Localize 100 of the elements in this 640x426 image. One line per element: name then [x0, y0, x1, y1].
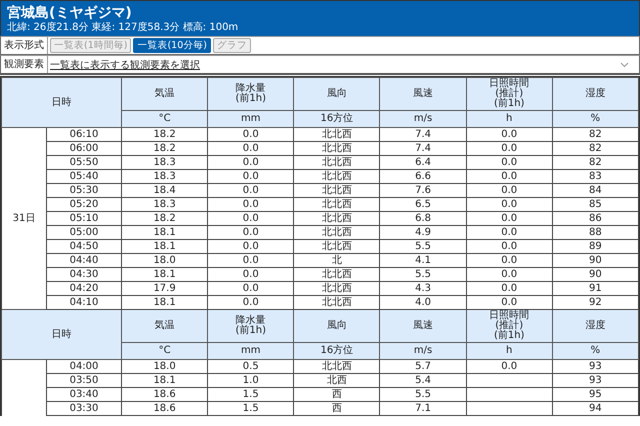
- table-cell: 17.9: [122, 282, 208, 296]
- table-cell: 18.6: [122, 388, 208, 402]
- column-header: 気温: [122, 310, 208, 342]
- table-cell: 0.0: [466, 282, 552, 296]
- table-cell: 7.4: [380, 142, 466, 156]
- table-cell: 北北西: [294, 198, 380, 212]
- table-cell: 18.2: [122, 142, 208, 156]
- table-cell: 6.5: [380, 198, 466, 212]
- table-cell: 7.4: [380, 128, 466, 142]
- table-cell: 北北西: [294, 282, 380, 296]
- table-cell: 86: [552, 212, 638, 226]
- table-cell: 93: [552, 360, 638, 374]
- column-header: 風向: [294, 78, 380, 110]
- table-cell: 0.0: [208, 282, 294, 296]
- table-cell: 0.0: [208, 212, 294, 226]
- time-cell: 05:20: [46, 198, 122, 212]
- element-dropdown[interactable]: 一覧表に表示する観測要素を選択: [48, 56, 639, 73]
- unit-header: mm: [208, 342, 294, 360]
- unit-header: °C: [122, 110, 208, 128]
- column-header: 風速: [380, 310, 466, 342]
- unit-header: m/s: [380, 342, 466, 360]
- column-header: 日時: [2, 78, 122, 128]
- table-cell: 7.1: [380, 402, 466, 416]
- table-cell: 83: [552, 170, 638, 184]
- table-cell: 0.0: [466, 198, 552, 212]
- column-header: 日時: [2, 310, 122, 360]
- time-cell: 05:30: [46, 184, 122, 198]
- table-cell: 西: [294, 402, 380, 416]
- table-cell: 0.0: [208, 170, 294, 184]
- table-cell: 4.9: [380, 226, 466, 240]
- table-cell: 82: [552, 142, 638, 156]
- table-cell: 5.7: [380, 360, 466, 374]
- table-cell: 北北西: [294, 184, 380, 198]
- table-cell: 18.2: [122, 128, 208, 142]
- table-cell: 85: [552, 198, 638, 212]
- table-cell: 4.3: [380, 282, 466, 296]
- column-header: 風向: [294, 310, 380, 342]
- table-cell: 0.0: [466, 170, 552, 184]
- unit-header: 16方位: [294, 342, 380, 360]
- format-button[interactable]: 一覧表(10分毎): [133, 38, 211, 53]
- table-cell: 5.5: [380, 240, 466, 254]
- unit-header: h: [466, 342, 552, 360]
- table-cell: 90: [552, 254, 638, 268]
- table-cell: 0.0: [466, 128, 552, 142]
- table-cell: 94: [552, 402, 638, 416]
- table-cell: 北北西: [294, 226, 380, 240]
- table-cell: 北北西: [294, 128, 380, 142]
- table-cell: 0.0: [466, 226, 552, 240]
- table-cell: 1.5: [208, 388, 294, 402]
- table-cell: 88: [552, 226, 638, 240]
- time-cell: 03:50: [46, 374, 122, 388]
- time-cell: 04:50: [46, 240, 122, 254]
- option-label: 表示形式: [1, 37, 48, 54]
- table-cell: 北北西: [294, 212, 380, 226]
- table-cell: 18.1: [122, 240, 208, 254]
- table-cell: 18.6: [122, 402, 208, 416]
- time-cell: 05:40: [46, 170, 122, 184]
- table-cell: 北北西: [294, 360, 380, 374]
- table-cell: 北北西: [294, 142, 380, 156]
- table-cell: 1.0: [208, 374, 294, 388]
- table-cell: 0.0: [466, 184, 552, 198]
- table-cell: 18.3: [122, 198, 208, 212]
- table-cell: 82: [552, 156, 638, 170]
- table-cell: 北西: [294, 374, 380, 388]
- unit-header: h: [466, 110, 552, 128]
- time-cell: 04:00: [46, 360, 122, 374]
- table-cell: 0.0: [466, 212, 552, 226]
- column-header: 降水量 (前1h): [208, 310, 294, 342]
- column-header: 風速: [380, 78, 466, 110]
- unit-header: °C: [122, 342, 208, 360]
- table-cell: 5.4: [380, 374, 466, 388]
- table-cell: 0.0: [208, 142, 294, 156]
- station-title: 宮城島(ミヤギジマ): [7, 4, 133, 22]
- table-cell: 90: [552, 268, 638, 282]
- table-cell: 0.0: [208, 226, 294, 240]
- table-cell: 7.6: [380, 184, 466, 198]
- time-cell: 03:40: [46, 388, 122, 402]
- unit-header: %: [552, 342, 638, 360]
- unit-header: %: [552, 110, 638, 128]
- table-cell: 北北西: [294, 156, 380, 170]
- time-cell: 05:10: [46, 212, 122, 226]
- table-cell: 0.0: [466, 254, 552, 268]
- table-cell: 18.1: [122, 226, 208, 240]
- table-cell: 5.5: [380, 268, 466, 282]
- option-label: 観測要素: [1, 56, 48, 73]
- table-cell: 6.6: [380, 170, 466, 184]
- column-header: 日照時間 (推計) (前1h): [466, 78, 552, 110]
- table-cell: 0.0: [466, 142, 552, 156]
- table-cell: 西: [294, 388, 380, 402]
- table-cell: 0.0: [208, 254, 294, 268]
- time-cell: 03:30: [46, 402, 122, 416]
- table-cell: 82: [552, 128, 638, 142]
- time-cell: 06:10: [46, 128, 122, 142]
- table-cell: 91: [552, 282, 638, 296]
- table-cell: 0.0: [208, 240, 294, 254]
- unit-header: mm: [208, 110, 294, 128]
- column-header: 湿度: [552, 310, 638, 342]
- table-cell: 北: [294, 254, 380, 268]
- time-cell: 04:30: [46, 268, 122, 282]
- table-cell: 0.0: [466, 240, 552, 254]
